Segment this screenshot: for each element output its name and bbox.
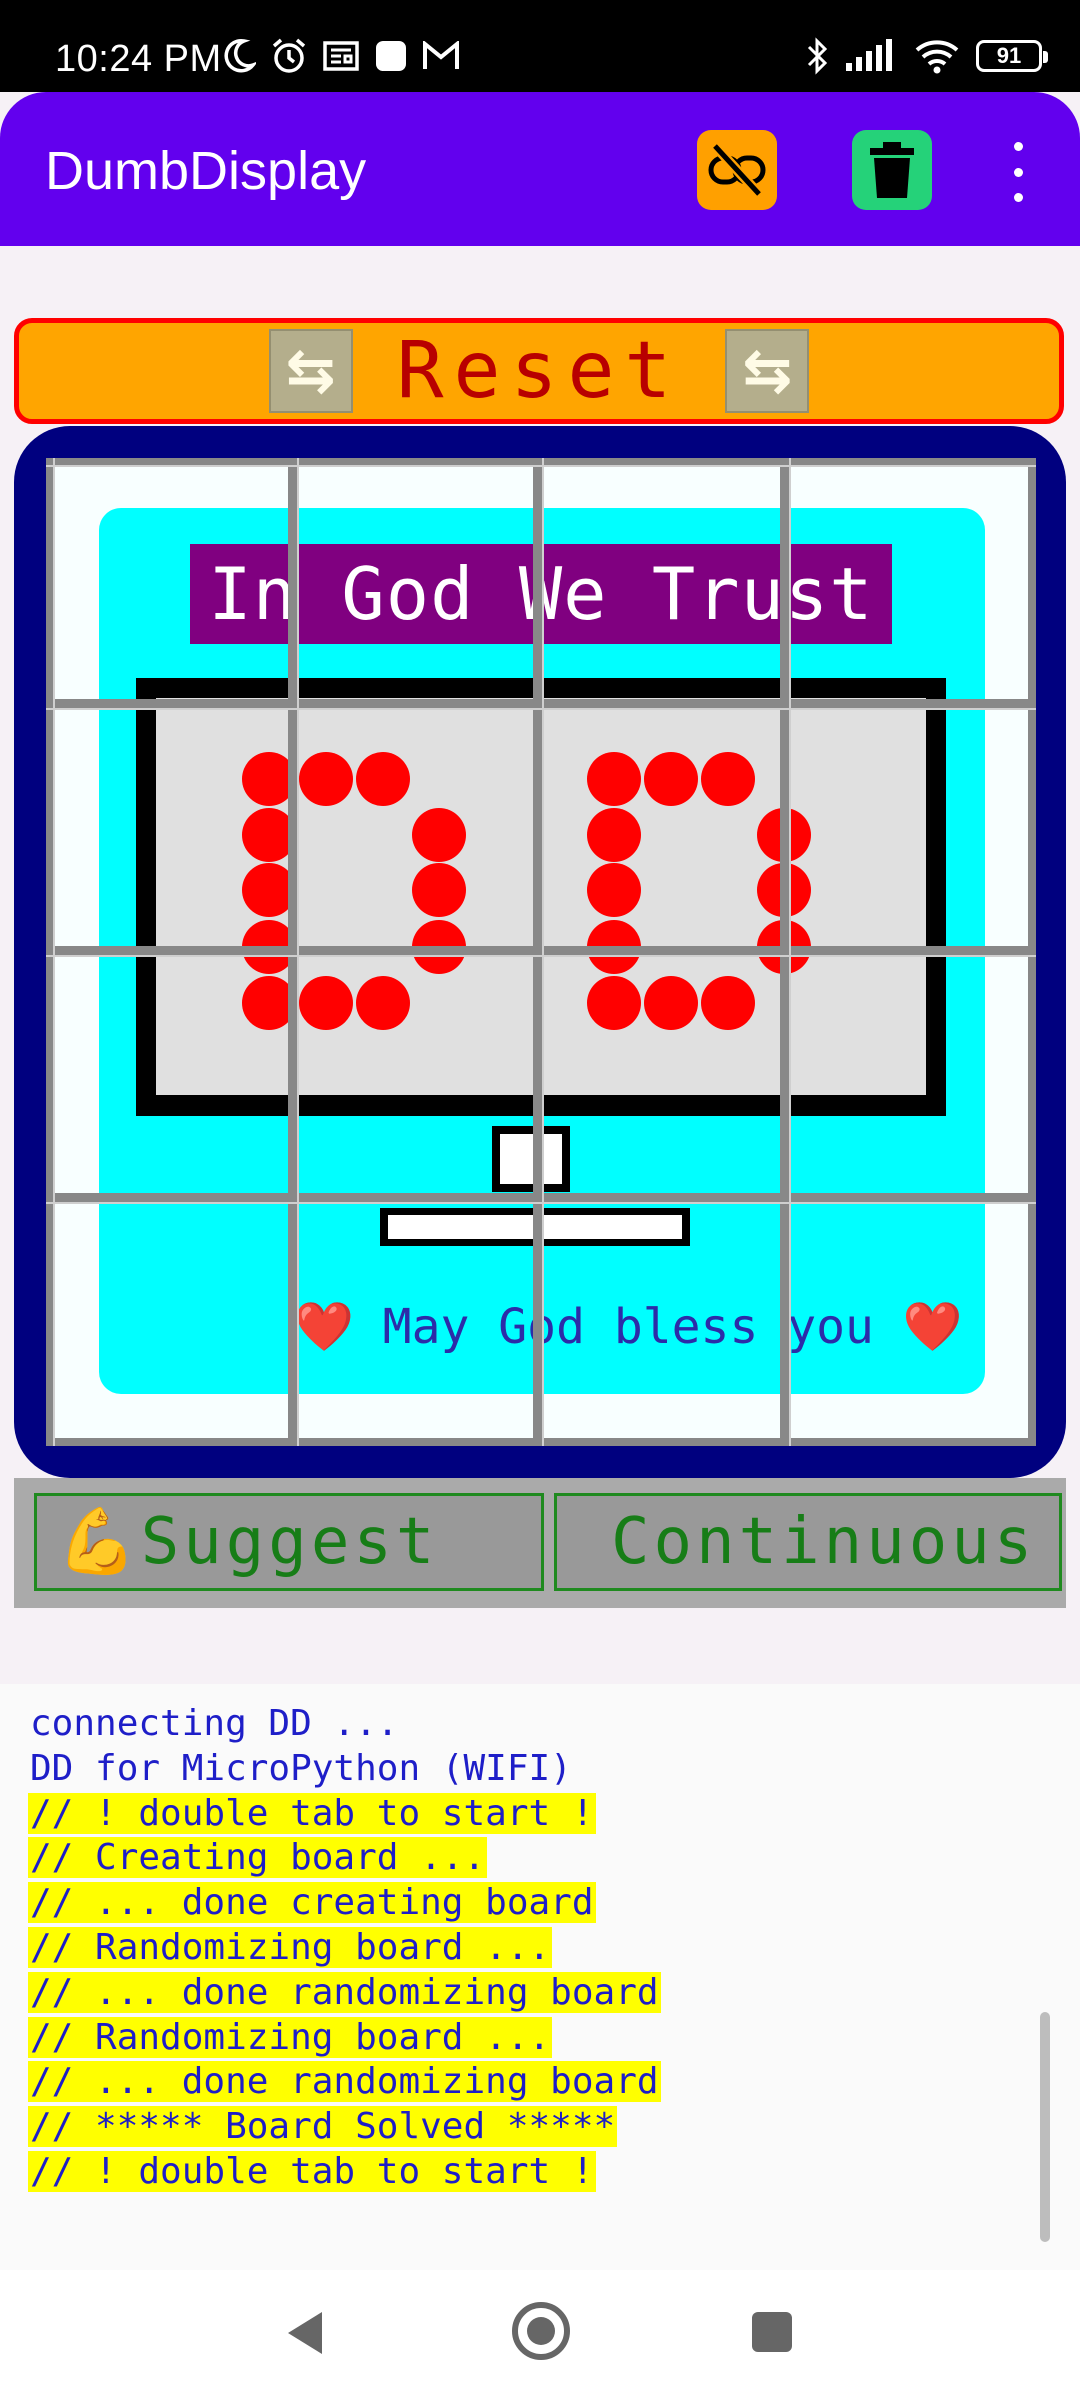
- bluetooth-icon: [807, 37, 828, 75]
- app-bar: DumbDisplay: [0, 92, 1080, 246]
- back-icon[interactable]: [282, 2308, 326, 2358]
- muscle-icon: 💪: [57, 1505, 141, 1579]
- heart-icon: ❤️: [902, 1299, 963, 1355]
- suggest-label: Suggest: [140, 1505, 439, 1579]
- log-line: // ! double tab to start !: [28, 1792, 596, 1834]
- log-line: // ... done creating board: [28, 1882, 596, 1924]
- link-off-icon: [708, 142, 766, 198]
- log-line: // ... done randomizing board: [28, 2061, 661, 2103]
- gmail-icon: [423, 41, 459, 69]
- log-line: // Creating board ...: [28, 1837, 488, 1879]
- more-options-button[interactable]: [1003, 142, 1033, 202]
- navigation-bar: [0, 2270, 1080, 2400]
- board-headline: In God We Trust: [190, 544, 892, 644]
- reset-label: Reset: [396, 326, 682, 416]
- log-line: // ... done randomizing board: [28, 1971, 661, 2013]
- log-line: DD for MicroPython (WIFI): [30, 1747, 572, 1789]
- puzzle-board[interactable]: In God We Trust ❤️ May God bless you ❤️: [46, 458, 1036, 1446]
- disconnect-button[interactable]: [697, 130, 777, 210]
- board-blessing: ❤️ May God bless you ❤️: [294, 1298, 963, 1355]
- clear-log-button[interactable]: [852, 130, 932, 210]
- refresh-icon: ⇆: [268, 329, 353, 413]
- log-line: // Randomizing board ...: [28, 2016, 553, 2058]
- recents-icon[interactable]: [752, 2312, 792, 2352]
- alarm-icon: [272, 38, 306, 73]
- wifi-icon: [915, 40, 959, 74]
- control-bar: 💪Suggest Continuous: [14, 1478, 1066, 1608]
- log-lines: connecting DD ... DD for MicroPython (WI…: [28, 1702, 661, 2195]
- signal-icon: [846, 39, 892, 71]
- log-scrollbar[interactable]: [1040, 2012, 1050, 2242]
- continuous-label: Continuous: [611, 1505, 1037, 1579]
- blessing-text: May God bless you: [382, 1299, 874, 1355]
- refresh-icon: ⇆: [725, 329, 810, 413]
- status-notification-icons: [222, 36, 460, 76]
- moon-icon: [224, 38, 256, 73]
- log-line: // Randomizing board ...: [28, 1926, 553, 1968]
- status-system-icons: 91: [806, 36, 1048, 76]
- battery-indicator: 91: [976, 40, 1048, 72]
- square-icon: [376, 41, 406, 71]
- trash-icon: [870, 142, 914, 198]
- more-vert-icon: [1013, 142, 1023, 151]
- reset-button[interactable]: ⇆ Reset ⇆: [14, 318, 1064, 424]
- heart-icon: ❤️: [294, 1299, 354, 1355]
- news-icon: [323, 41, 359, 71]
- status-time: 10:24 PM: [55, 38, 222, 80]
- log-line: connecting DD ...: [30, 1703, 399, 1744]
- log-line: // ! double tab to start !: [28, 2150, 596, 2192]
- log-panel[interactable]: connecting DD ... DD for MicroPython (WI…: [0, 1684, 1080, 2270]
- status-bar: 10:24 PM 91: [0, 0, 1080, 92]
- suggest-button[interactable]: 💪Suggest: [34, 1493, 544, 1591]
- continuous-button[interactable]: Continuous: [554, 1493, 1062, 1591]
- app-title: DumbDisplay: [45, 141, 367, 201]
- log-line: // ***** Board Solved *****: [28, 2106, 618, 2148]
- home-icon[interactable]: [510, 2300, 572, 2362]
